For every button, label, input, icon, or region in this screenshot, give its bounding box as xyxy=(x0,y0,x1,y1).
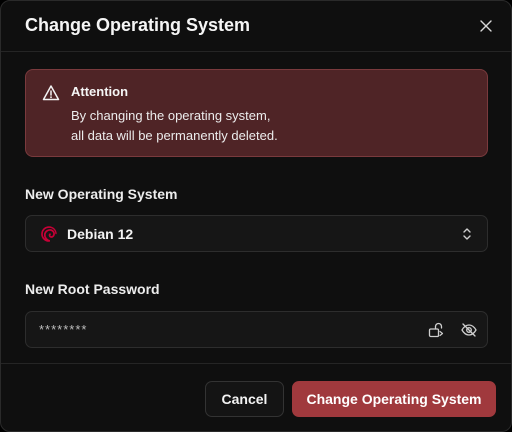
chevron-up-down-icon xyxy=(463,228,471,240)
change-os-button[interactable]: Change Operating System xyxy=(292,381,496,417)
os-select[interactable]: Debian 12 xyxy=(25,215,488,252)
root-password-input[interactable]: ******** xyxy=(25,311,488,348)
change-os-dialog: Change Operating System Attention By cha… xyxy=(0,0,512,432)
generate-password-icon[interactable] xyxy=(427,321,445,339)
warning-triangle-icon xyxy=(42,85,60,101)
password-value: ******** xyxy=(39,322,88,337)
alert-title: Attention xyxy=(71,84,129,99)
password-field-label: New Root Password xyxy=(25,281,160,297)
alert-message: By changing the operating system, all da… xyxy=(71,106,471,146)
debian-logo-icon xyxy=(41,226,57,242)
close-icon xyxy=(480,20,492,32)
attention-alert: Attention By changing the operating syst… xyxy=(25,69,488,157)
alert-message-line-2: all data will be permanently deleted. xyxy=(71,128,278,143)
cancel-button[interactable]: Cancel xyxy=(205,381,284,417)
dialog-header: Change Operating System xyxy=(1,1,511,52)
footer-divider xyxy=(1,363,511,364)
dialog-title: Change Operating System xyxy=(25,15,251,35)
os-select-value: Debian 12 xyxy=(67,226,134,242)
os-field-label: New Operating System xyxy=(25,186,178,202)
close-button[interactable] xyxy=(475,15,497,37)
eye-off-icon[interactable] xyxy=(460,321,478,339)
alert-message-line-1: By changing the operating system, xyxy=(71,108,271,123)
